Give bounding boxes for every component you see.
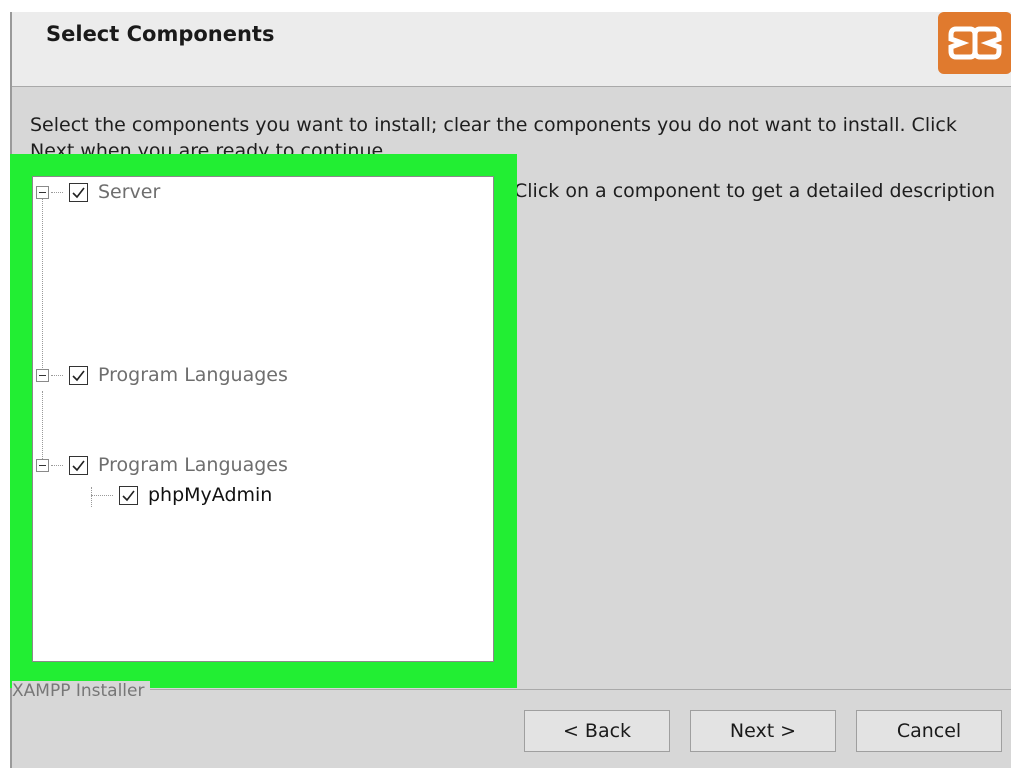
tree-dots: [51, 464, 63, 466]
tree-item-label: Server: [98, 181, 161, 203]
tree-connector: [42, 199, 43, 374]
installer-label: XAMPP Installer: [12, 681, 151, 701]
back-button[interactable]: < Back: [524, 710, 670, 752]
next-button[interactable]: Next >: [690, 710, 836, 752]
tree-item-program-languages[interactable]: Program Languages: [36, 364, 288, 386]
footer-divider: [12, 689, 1011, 690]
tree-item-label: Program Languages: [98, 454, 288, 476]
collapse-icon[interactable]: [36, 458, 49, 472]
installer-window: Select Components Select the components …: [10, 12, 1011, 768]
tree-item-label: phpMyAdmin: [148, 484, 273, 506]
checkbox-checked-icon[interactable]: [119, 485, 138, 505]
tree-item-server[interactable]: Server: [36, 181, 160, 203]
header-bar: Select Components: [12, 12, 1011, 87]
collapse-icon[interactable]: [36, 368, 49, 382]
description-hint: Click on a component to get a detailed d…: [514, 180, 996, 202]
cancel-button[interactable]: Cancel: [856, 710, 1002, 752]
tree-item-phpmyadmin[interactable]: phpMyAdmin: [91, 484, 272, 506]
collapse-icon[interactable]: [36, 185, 49, 199]
tree-dots: [51, 191, 63, 193]
tree-dots: [91, 494, 113, 496]
tree-connector: [42, 391, 43, 461]
checkbox-checked-icon[interactable]: [69, 455, 88, 475]
component-tree[interactable]: Server Program Languages Program Languag…: [32, 176, 494, 662]
tree-item-program-languages-2[interactable]: Program Languages: [36, 454, 288, 476]
tree-item-label: Program Languages: [98, 364, 288, 386]
tree-dots: [51, 374, 63, 376]
xampp-logo-icon: [938, 12, 1011, 74]
checkbox-checked-icon[interactable]: [69, 182, 88, 202]
page-title: Select Components: [46, 22, 275, 46]
checkbox-checked-icon[interactable]: [69, 365, 88, 385]
